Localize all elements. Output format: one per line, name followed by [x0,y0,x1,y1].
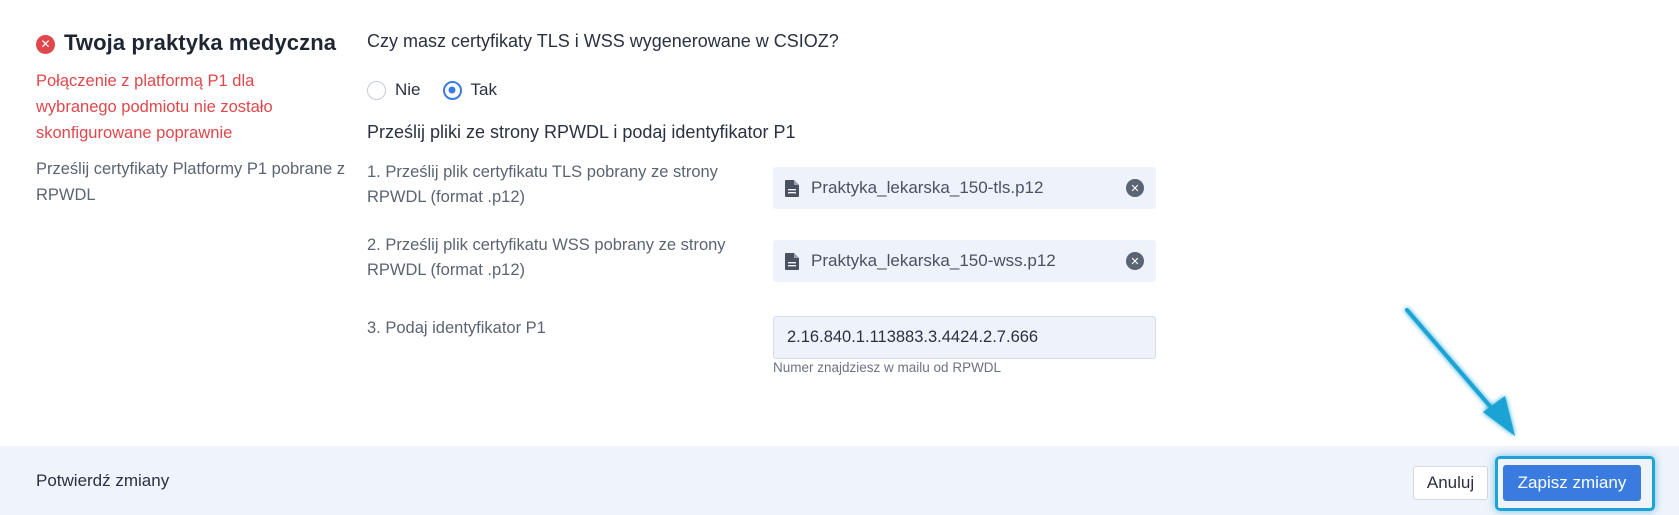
error-icon: ✕ [36,34,55,54]
radio-group: Nie Tak [367,80,519,100]
section-heading: Twoja praktyka medyczna [64,30,337,55]
tls-file-box[interactable]: Praktyka_lekarska_150-tls.p12 ✕ [773,167,1156,209]
radio-circle-tak[interactable] [442,80,462,100]
cancel-button[interactable]: Anuluj [1413,466,1488,500]
wss-file-box[interactable]: Praktyka_lekarska_150-wss.p12 ✕ [773,240,1156,282]
radio-nie[interactable]: Nie [367,80,421,100]
remove-tls-file-icon[interactable]: ✕ [1126,179,1144,197]
p1-id-label: 3. Podaj identyfikator P1 [367,319,546,337]
radio-label-tak: Tak [470,80,497,99]
footer-label: Potwierdź zmiany [36,471,170,490]
title-row: ✕ Twoja praktyka medyczna [36,30,346,56]
wss-field-label: 2. Prześlij plik certyfikatu WSS pobrany… [367,236,726,279]
file-icon [785,179,799,197]
file-icon [785,252,799,270]
save-button[interactable]: Zapisz zmiany [1503,465,1641,501]
radio-circle-nie[interactable] [367,80,386,100]
tls-field-label: 1. Prześlij plik certyfikatu TLS pobrany… [367,163,718,206]
left-panel: ✕ Twoja praktyka medyczna Połączenie z p… [36,30,346,208]
p1-id-input[interactable] [773,316,1156,359]
question-certs: Czy masz certyfikaty TLS i WSS wygenerow… [367,31,839,51]
annotation-arrow-icon [1405,308,1515,436]
footer-bar: Potwierdź zmiany Anuluj Zapisz zmiany [0,446,1679,515]
radio-tak[interactable]: Tak [442,80,497,100]
error-message: Połączenie z platformą P1 dla wybranego … [36,72,273,142]
radio-label-nie: Nie [395,80,421,99]
remove-wss-file-icon[interactable]: ✕ [1126,252,1144,270]
description-text: Prześlij certyfikaty Platformy P1 pobran… [36,160,346,204]
upload-section-title: Prześlij pliki ze strony RPWDL i podaj i… [367,122,796,142]
wss-file-name: Praktyka_lekarska_150-wss.p12 [811,251,1056,270]
p1-id-hint: Numer znajdziesz w mailu od RPWDL [773,360,1002,375]
settings-page: ✕ Twoja praktyka medyczna Połączenie z p… [0,0,1679,515]
tls-file-name: Praktyka_lekarska_150-tls.p12 [811,178,1044,197]
